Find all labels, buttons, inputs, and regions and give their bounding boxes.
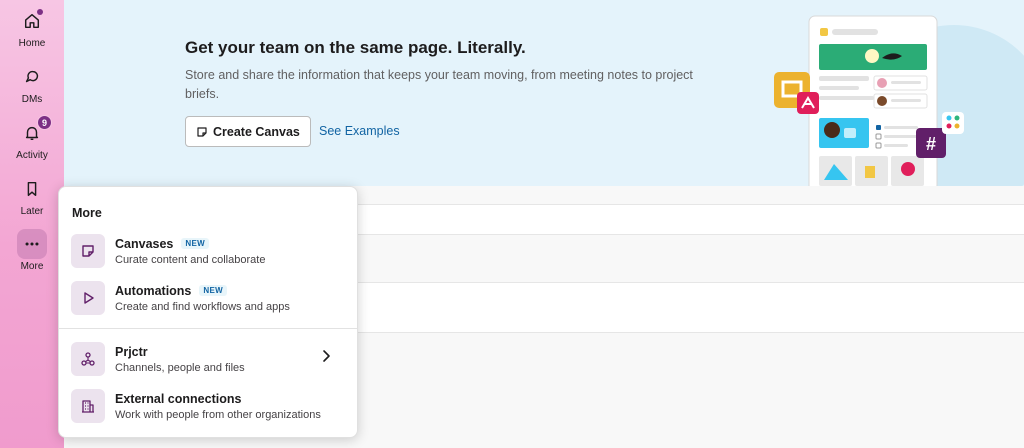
- create-canvas-label: Create Canvas: [213, 124, 300, 139]
- activity-count-badge: 9: [37, 115, 52, 130]
- bell-icon: 9: [17, 115, 52, 148]
- bookmark-icon: [17, 174, 47, 204]
- menu-item-description: Work with people from other organization…: [115, 408, 321, 421]
- rail-label-home: Home: [18, 38, 46, 49]
- more-menu-title: More: [72, 206, 102, 220]
- menu-item-name: Canvases: [115, 236, 174, 251]
- rail-item-activity[interactable]: 9 Activity: [0, 115, 64, 161]
- dms-icon: [17, 62, 47, 92]
- more-menu-popover: More Canvases NEW Curate content and coll…: [58, 186, 358, 438]
- new-badge: NEW: [181, 238, 209, 249]
- menu-item-name: Prjctr: [115, 344, 148, 359]
- new-badge: NEW: [199, 285, 227, 296]
- more-icon: [17, 229, 47, 259]
- unread-dot: [37, 9, 43, 15]
- create-canvas-button[interactable]: Create Canvas: [185, 116, 311, 147]
- play-icon: [71, 281, 105, 315]
- rail-label-later: Later: [20, 206, 44, 217]
- menu-divider: [59, 328, 357, 329]
- left-rail: Home DMs 9 Activity Later More: [0, 0, 64, 448]
- chevron-right-icon[interactable]: [319, 349, 333, 363]
- rail-item-more[interactable]: More: [0, 229, 64, 272]
- menu-item-canvases[interactable]: Canvases NEW Curate content and collabora…: [71, 231, 347, 271]
- rail-label-activity: Activity: [16, 150, 48, 161]
- home-icon: [17, 6, 47, 36]
- rail-label-more: More: [20, 261, 44, 272]
- rail-item-dms[interactable]: DMs: [0, 62, 64, 105]
- rail-item-later[interactable]: Later: [0, 174, 64, 217]
- menu-item-description: Curate content and collaborate: [115, 253, 266, 266]
- canvas-illustration: #: [774, 15, 1024, 186]
- svg-text:#: #: [926, 134, 936, 154]
- canvas-icon: [197, 126, 207, 137]
- menu-item-description: Create and find workflows and apps: [115, 300, 290, 313]
- menu-item-external-connections[interactable]: External connections Work with people fr…: [71, 386, 347, 426]
- canvas-promo-banner: Get your team on the same page. Literall…: [64, 0, 1024, 186]
- menu-item-name: External connections: [115, 391, 242, 406]
- menu-item-description: Channels, people and files: [115, 361, 245, 374]
- menu-item-name: Automations: [115, 283, 192, 298]
- banner-title: Get your team on the same page. Literall…: [185, 38, 526, 57]
- menu-item-automations[interactable]: Automations NEW Create and find workflows…: [71, 278, 347, 318]
- rail-label-dms: DMs: [21, 94, 43, 105]
- canvas-icon: [71, 234, 105, 268]
- menu-item-workspace[interactable]: Prjctr Channels, people and files: [71, 339, 347, 379]
- building-icon: [71, 389, 105, 423]
- rail-item-home[interactable]: Home: [0, 6, 64, 49]
- banner-description: Store and share the information that kee…: [185, 68, 693, 101]
- workspace-icon: [71, 342, 105, 376]
- see-examples-link[interactable]: See Examples: [319, 124, 400, 138]
